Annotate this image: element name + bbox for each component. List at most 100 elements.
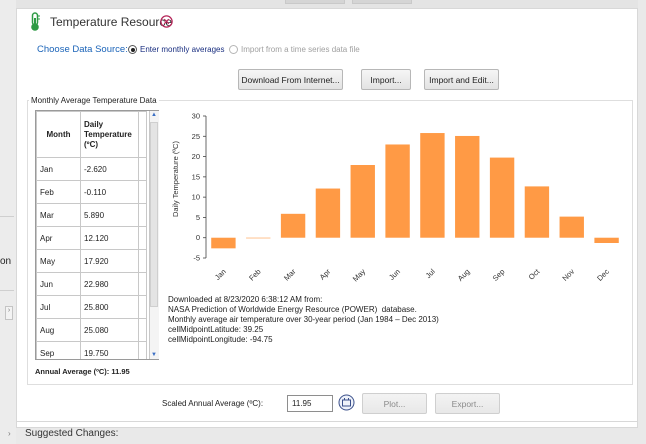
bar-apr (315, 188, 341, 238)
table-row[interactable]: Aug 25.080 (36, 318, 147, 342)
table-row[interactable]: Jun 22.980 (36, 272, 147, 296)
x-tick-label: Feb (247, 267, 263, 283)
y-tick-label: 25 (192, 132, 200, 141)
row-padding (138, 272, 147, 296)
timeseries-label[interactable]: Import from a time series data file (241, 45, 360, 54)
y-tick-label: 30 (192, 112, 200, 121)
month-cell[interactable]: Feb (36, 180, 81, 204)
bar-feb (246, 237, 271, 239)
temperature-cell[interactable]: 5.890 (80, 203, 139, 227)
download-info-line: Monthly average air temperature over 30-… (168, 315, 439, 324)
temperature-cell[interactable]: -0.110 (80, 180, 139, 204)
row-padding (138, 295, 147, 319)
table-row[interactable]: Feb -0.110 (36, 180, 147, 204)
download-info-line: Downloaded at 8/23/2020 6:38:12 AM from: (168, 295, 323, 304)
bar-nov (559, 216, 584, 238)
temperature-column-header[interactable]: Daily Temperature (ºC) (80, 111, 139, 158)
temperature-cell[interactable]: 25.080 (80, 318, 139, 342)
import-button[interactable]: Import... (361, 69, 411, 90)
row-padding (138, 341, 147, 359)
suggested-changes-heading[interactable]: Suggested Changes: (25, 428, 118, 439)
month-cell[interactable]: Apr (36, 226, 81, 250)
x-tick-label: May (351, 267, 368, 284)
scroll-up-icon[interactable]: ▲ (151, 112, 157, 118)
month-cell[interactable]: Mar (36, 203, 81, 227)
x-tick-label: Jan (213, 267, 228, 282)
month-cell[interactable]: Aug (36, 318, 81, 342)
x-tick-label: Jul (424, 267, 437, 280)
panel-title: Temperature Resource (50, 15, 173, 29)
download-info-line: cellMidpointLatitude: 39.25 (168, 325, 264, 334)
y-tick-label: 10 (192, 193, 200, 202)
export-button[interactable]: Export... (435, 393, 500, 414)
month-cell[interactable]: Jul (36, 295, 81, 319)
x-tick-label: Aug (456, 267, 472, 283)
temperature-cell[interactable]: 17.920 (80, 249, 139, 273)
bar-jul (420, 133, 445, 238)
row-padding (138, 249, 147, 273)
table-row[interactable]: Apr 12.120 (36, 226, 147, 250)
month-cell[interactable]: May (36, 249, 81, 273)
monthly-averages-radio[interactable] (128, 45, 137, 54)
side-divider (0, 216, 14, 217)
expand-chevron-icon[interactable]: › (8, 429, 11, 438)
x-tick-label: Jun (387, 267, 402, 282)
temperature-cell[interactable]: 25.800 (80, 295, 139, 319)
row-padding (138, 180, 147, 204)
x-tick-label: Sep (491, 267, 507, 283)
x-tick-label: Apr (318, 267, 333, 282)
temperature-cell[interactable]: 12.120 (80, 226, 139, 250)
side-divider (0, 290, 14, 291)
data-source-label: Choose Data Source: (37, 44, 128, 55)
scrollbar-thumb[interactable] (150, 122, 158, 307)
scroll-down-icon[interactable]: ▼ (151, 352, 157, 358)
chart-y-axis-label: Daily Temperature (ºC) (171, 141, 180, 217)
table-row[interactable]: Sep 19.750 (36, 341, 147, 359)
header-padding (138, 111, 147, 158)
bar-sep (489, 157, 515, 238)
temperature-cell[interactable]: -2.620 (80, 157, 139, 181)
temperature-cell[interactable]: 19.750 (80, 341, 139, 359)
bar-may (350, 165, 375, 238)
download-from-internet-button[interactable]: Download From Internet... (238, 69, 343, 90)
top-tab[interactable] (285, 0, 345, 4)
left-panel-strip (0, 0, 16, 444)
y-tick-label: 5 (196, 213, 200, 222)
table-row[interactable]: Mar 5.890 (36, 203, 147, 227)
bar-mar (280, 213, 306, 238)
month-cell[interactable]: Jun (36, 272, 81, 296)
bar-aug (455, 135, 480, 238)
close-icon[interactable] (160, 15, 173, 28)
download-info-line: cellMidpointLongitude: -94.75 (168, 335, 273, 344)
temperature-cell[interactable]: 22.980 (80, 272, 139, 296)
y-tick-label: 0 (196, 233, 200, 242)
scaled-average-label: Scaled Annual Average (ºC): (162, 399, 264, 408)
month-cell[interactable]: Sep (36, 341, 81, 359)
month-column-header[interactable]: Month (36, 111, 81, 158)
top-tab[interactable] (352, 0, 412, 4)
temperature-table: Month Daily Temperature (ºC) Jan -2.620 Fe… (36, 111, 147, 359)
month-cell[interactable]: Jan (36, 157, 81, 181)
scaled-average-input[interactable]: 11.95 (287, 395, 333, 412)
table-row[interactable]: May 17.920 (36, 249, 147, 273)
y-tick-label: 20 (192, 152, 200, 161)
timeseries-radio[interactable] (229, 45, 238, 54)
download-info: Downloaded at 8/23/2020 6:38:12 AM from:… (168, 295, 439, 345)
table-row[interactable]: Jan -2.620 (36, 157, 147, 181)
import-and-edit-button[interactable]: Import and Edit... (424, 69, 499, 90)
side-expand-icon[interactable]: › (5, 306, 13, 320)
download-info-line: NASA Prediction of Worldwide Energy Reso… (168, 305, 417, 314)
bar-jun (385, 144, 410, 238)
bar-dec (594, 237, 619, 243)
table-row[interactable]: Jul 25.800 (36, 295, 147, 319)
units-icon[interactable] (338, 394, 355, 411)
monthly-averages-label[interactable]: Enter monthly averages (140, 45, 225, 54)
side-label-fragment: on (0, 256, 12, 267)
thermometer-icon (31, 12, 40, 31)
y-tick-label: -5 (193, 254, 200, 263)
plot-button[interactable]: Plot... (362, 393, 427, 414)
row-padding (138, 318, 147, 342)
temperature-data-grid[interactable]: Month Daily Temperature (ºC) Jan -2.620 Fe… (35, 110, 159, 360)
x-tick-label: Oct (527, 266, 542, 281)
x-tick-label: Mar (282, 267, 298, 283)
